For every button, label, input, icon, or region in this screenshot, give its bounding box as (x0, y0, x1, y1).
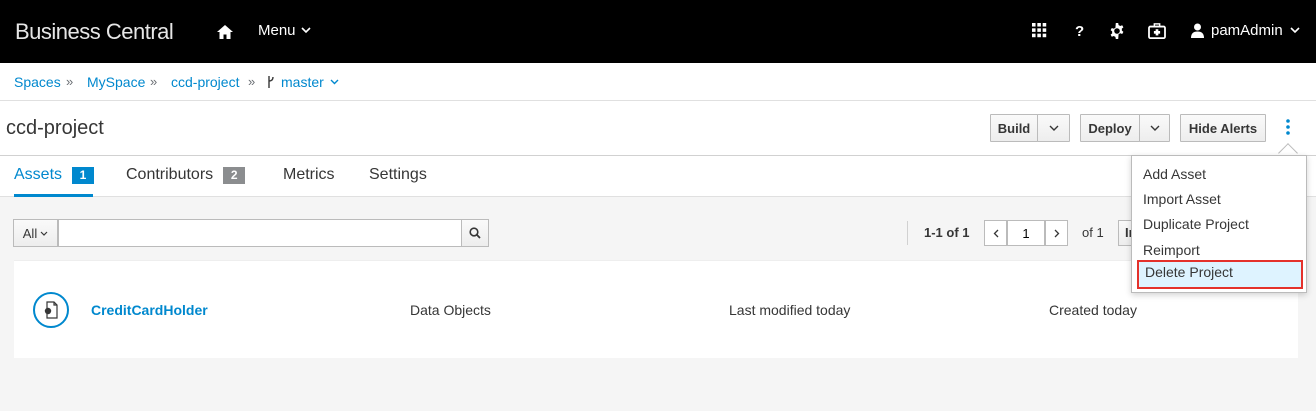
breadcrumb-myspace[interactable]: MySpace (87, 74, 145, 90)
asset-list-item[interactable]: CreditCardHolder Data Objects Last modif… (14, 260, 1298, 358)
deploy-options-button[interactable] (1139, 114, 1170, 142)
tab-contributors[interactable]: Contributors 2 (126, 166, 246, 184)
chevron-right-icon (1054, 229, 1059, 237)
search-icon (469, 227, 481, 239)
build-button[interactable]: Build (990, 114, 1038, 142)
gear-icon[interactable] (1109, 23, 1125, 39)
project-tabs: Assets 1 Contributors 2 Metrics Settings (0, 156, 1316, 197)
chevron-down-icon (330, 79, 339, 85)
page-number-input[interactable] (1007, 220, 1045, 246)
help-icon[interactable]: ? (1075, 23, 1089, 43)
breadcrumb-separator: » (66, 74, 74, 89)
menu-item-duplicate-project[interactable]: Duplicate Project (1132, 212, 1306, 237)
page-title: ccd-project (6, 117, 104, 139)
branch-icon (268, 76, 274, 88)
menu-item-delete-project[interactable]: Delete Project (1137, 260, 1303, 289)
user-icon (1191, 23, 1204, 38)
apps-grid-icon[interactable] (1032, 23, 1048, 39)
branch-selector[interactable]: master (267, 74, 339, 90)
build-options-button[interactable] (1037, 114, 1070, 142)
chevron-down-icon (1290, 27, 1300, 34)
tab-label: Settings (369, 166, 427, 183)
menu-item-add-asset[interactable]: Add Asset (1132, 162, 1306, 187)
count-badge: 1 (72, 166, 95, 184)
user-menu[interactable]: pamAdmin (1191, 22, 1300, 39)
user-name: pamAdmin (1211, 22, 1283, 39)
next-page-button[interactable] (1045, 220, 1068, 246)
search-input[interactable] (58, 219, 462, 247)
asset-filter-select[interactable]: All (13, 219, 58, 247)
count-badge: 2 (223, 166, 246, 184)
toolbar-divider (907, 221, 908, 245)
menu-dropdown[interactable]: Menu (258, 22, 311, 39)
filter-value: All (22, 225, 38, 241)
tab-metrics[interactable]: Metrics (283, 166, 335, 184)
masthead: Business Central Menu ? pamAdmin (0, 0, 1316, 63)
hide-alerts-button[interactable]: Hide Alerts (1180, 114, 1266, 142)
chevron-down-icon (40, 231, 48, 236)
breadcrumb-separator: » (150, 74, 158, 89)
chevron-down-icon (1049, 125, 1058, 131)
chevron-left-icon (993, 229, 998, 237)
branch-name: master (281, 74, 324, 90)
home-icon[interactable] (216, 23, 234, 41)
asset-type: Data Objects (410, 302, 491, 318)
breadcrumb-separator: » (248, 74, 256, 89)
asset-name-link[interactable]: CreditCardHolder (91, 302, 208, 318)
tab-settings[interactable]: Settings (369, 166, 427, 184)
data-object-icon (33, 292, 69, 328)
chevron-down-icon (300, 27, 311, 34)
asset-created: Created today (1049, 302, 1137, 318)
pagination-summary: 1-1 of 1 (924, 225, 970, 240)
tab-label: Contributors (126, 166, 214, 183)
asset-last-modified: Last modified today (729, 302, 851, 318)
previous-page-button[interactable] (984, 220, 1007, 246)
tab-label: Assets (14, 166, 63, 183)
menu-item-import-asset[interactable]: Import Asset (1132, 187, 1306, 212)
briefcase-icon[interactable] (1148, 23, 1166, 39)
tab-label: Metrics (283, 166, 335, 183)
deploy-button[interactable]: Deploy (1080, 114, 1140, 142)
active-tab-indicator (14, 194, 93, 197)
breadcrumb-project[interactable]: ccd-project (171, 74, 239, 90)
project-header: ccd-project Build Deploy Hide Alerts (0, 101, 1316, 156)
search-button[interactable] (461, 219, 489, 247)
kebab-menu-icon[interactable] (1285, 119, 1291, 135)
breadcrumb: Spaces » MySpace » ccd-project » master (0, 63, 1316, 101)
chevron-down-icon (1150, 125, 1159, 131)
project-actions-dropdown: Add Asset Import Asset Duplicate Project… (1131, 155, 1307, 293)
brand-logo[interactable]: Business Central (15, 19, 174, 45)
tab-assets[interactable]: Assets 1 (14, 166, 95, 184)
breadcrumb-spaces[interactable]: Spaces (14, 74, 61, 90)
page-total: of 1 (1082, 225, 1104, 240)
menu-label: Menu (258, 22, 296, 39)
